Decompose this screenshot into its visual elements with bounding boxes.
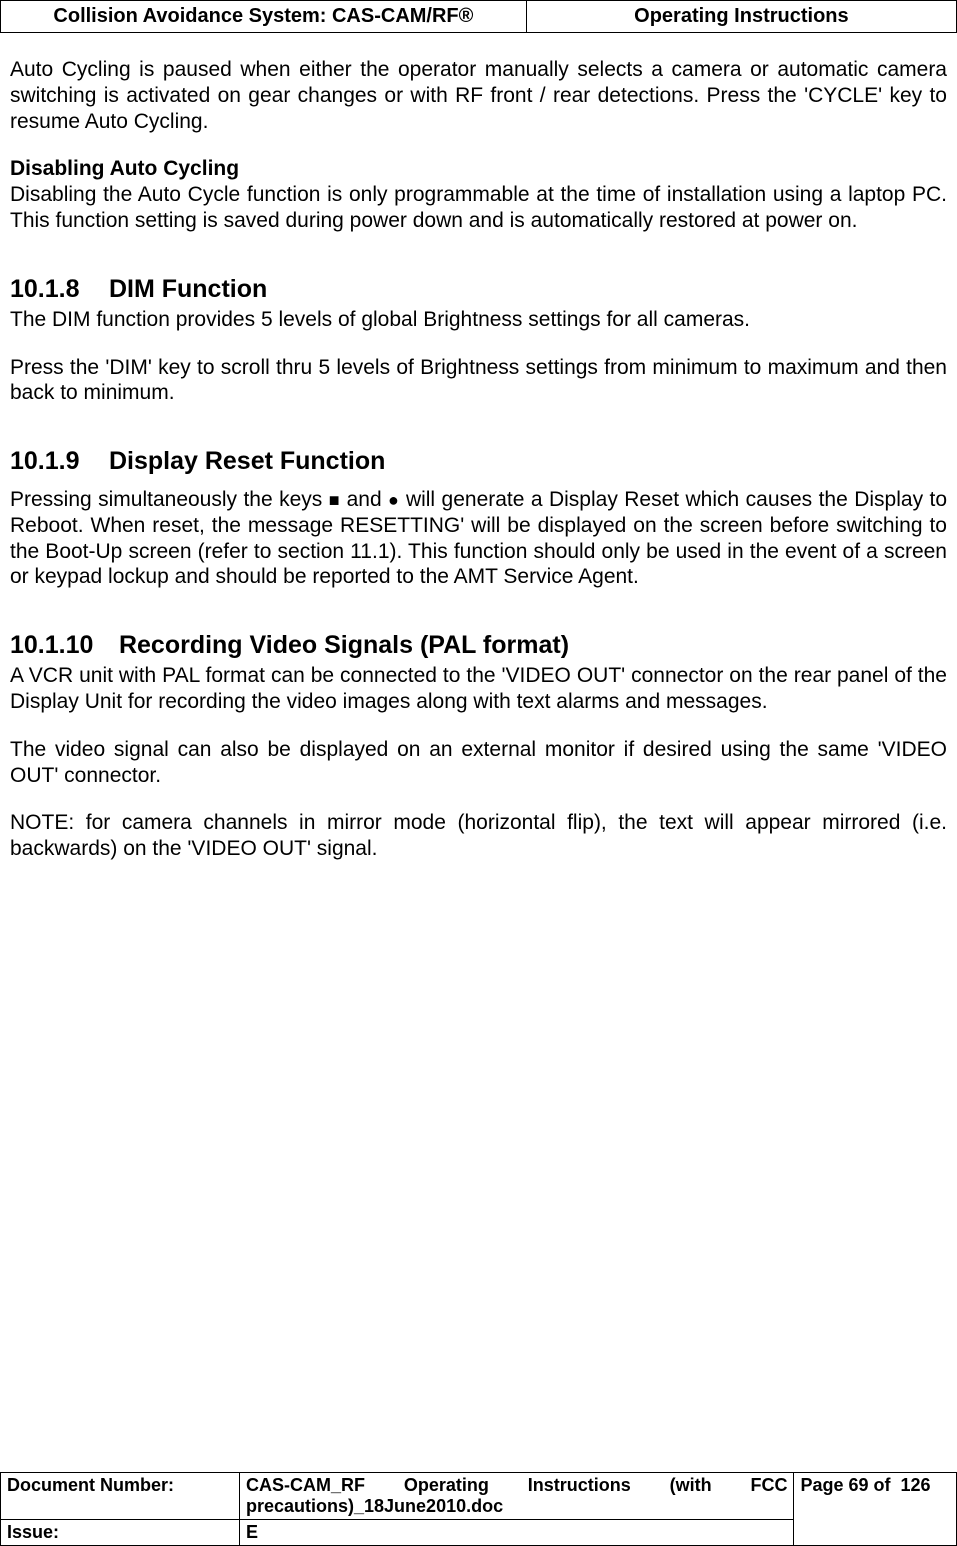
recording-note-paragraph: NOTE: for camera channels in mirror mode…	[10, 810, 947, 862]
dim-paragraph-1: The DIM function provides 5 levels of gl…	[10, 307, 947, 333]
dim-paragraph-2: Press the 'DIM' key to scroll thru 5 lev…	[10, 355, 947, 407]
recording-paragraph-2: The video signal can also be displayed o…	[10, 737, 947, 789]
section-number: 10.1.9	[10, 446, 102, 477]
doc-number-label: Document Number:	[1, 1473, 240, 1520]
section-number: 10.1.10	[10, 630, 112, 661]
issue-label: Issue:	[1, 1520, 240, 1546]
text-fragment: and	[340, 488, 388, 511]
issue-value: E	[240, 1520, 794, 1546]
intro-paragraph: Auto Cycling is paused when either the o…	[10, 57, 947, 134]
page-total: 126	[901, 1475, 931, 1495]
section-10-1-10-heading: 10.1.10 Recording Video Signals (PAL for…	[10, 630, 947, 661]
section-title: Display Reset Function	[109, 447, 385, 475]
section-10-1-9-heading: 10.1.9 Display Reset Function	[10, 446, 947, 477]
recording-paragraph-1: A VCR unit with PAL format can be connec…	[10, 663, 947, 715]
disable-auto-cycling-paragraph: Disabling the Auto Cycle function is onl…	[10, 182, 947, 234]
display-reset-paragraph: Pressing simultaneously the keys ■ and ●…	[10, 487, 947, 590]
page-content: Auto Cycling is paused when either the o…	[0, 33, 957, 1472]
page-label-prefix: Page 69 of	[800, 1475, 890, 1495]
footer-bar: Document Number: CAS-CAM_RF Operating In…	[0, 1472, 957, 1546]
doc-number-value: CAS-CAM_RF Operating Instructions (with …	[240, 1473, 794, 1520]
page-number: Page 69 of 126	[794, 1473, 957, 1546]
section-title: DIM Function	[109, 275, 267, 303]
text-fragment: Pressing simultaneously the keys	[10, 488, 329, 511]
disable-auto-cycling-heading: Disabling Auto Cycling	[10, 156, 947, 182]
square-key-icon: ■	[329, 490, 340, 510]
section-10-1-8-heading: 10.1.8 DIM Function	[10, 274, 947, 305]
section-title: Recording Video Signals (PAL format)	[119, 631, 569, 659]
circle-key-icon: ●	[388, 490, 399, 510]
header-bar: Collision Avoidance System: CAS-CAM/RF® …	[0, 0, 957, 33]
section-number: 10.1.8	[10, 274, 102, 305]
header-title-right: Operating Instructions	[526, 1, 956, 33]
header-title-left: Collision Avoidance System: CAS-CAM/RF®	[1, 1, 527, 33]
